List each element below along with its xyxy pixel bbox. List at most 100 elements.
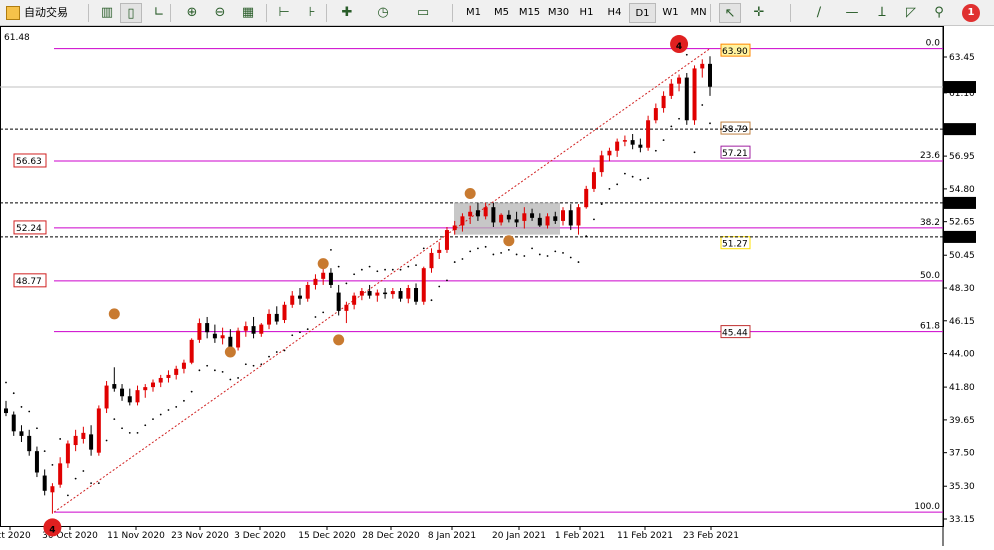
price-tick-label: 44.00 bbox=[949, 350, 975, 360]
candle-body bbox=[406, 288, 411, 299]
timeframe-m15[interactable]: M15 bbox=[516, 3, 543, 23]
price-tick-label: 52.65 bbox=[949, 218, 975, 228]
sar-dot bbox=[159, 413, 162, 416]
chart-shift-icon[interactable]: ⊢ bbox=[273, 3, 295, 23]
zoom-in-icon[interactable]: ⊕ bbox=[181, 3, 203, 23]
candle-body bbox=[259, 324, 264, 334]
candle-body bbox=[421, 268, 426, 302]
timeframe-m5[interactable]: M5 bbox=[488, 3, 515, 23]
price-chart[interactable]: 61.4863.4561.1058.7556.9554.8052.6550.45… bbox=[0, 26, 994, 546]
price-tick-label: 50.45 bbox=[949, 251, 975, 261]
sar-dot bbox=[507, 248, 510, 251]
cursor-icon[interactable]: ↖ bbox=[719, 3, 741, 23]
timeframe-m30[interactable]: M30 bbox=[545, 3, 572, 23]
fib-level-label: 100.0 bbox=[914, 502, 940, 512]
horizontal-line-price: 53.88 bbox=[946, 199, 972, 209]
candle-body bbox=[267, 313, 272, 325]
candle-body bbox=[42, 475, 47, 491]
timeframe-h4[interactable]: H4 bbox=[601, 3, 628, 23]
timeframe-d1[interactable]: D1 bbox=[629, 3, 656, 23]
sar-dot bbox=[74, 477, 77, 480]
candle-body bbox=[65, 443, 70, 464]
candle-body bbox=[228, 336, 233, 348]
periods-clock-icon[interactable]: ◷ bbox=[372, 3, 394, 23]
candle-body bbox=[166, 374, 171, 378]
sar-dot bbox=[28, 410, 31, 413]
sar-dot bbox=[90, 482, 92, 485]
candle-body bbox=[375, 292, 380, 296]
candle-body bbox=[638, 144, 643, 148]
candle-body bbox=[537, 217, 542, 226]
autotrading-button[interactable]: 自动交易 bbox=[2, 3, 78, 23]
sar-dot bbox=[585, 235, 588, 238]
candle-body bbox=[591, 172, 596, 189]
alerts-badge[interactable]: 1 bbox=[962, 4, 980, 22]
sar-dot bbox=[438, 285, 441, 288]
candle-body bbox=[584, 188, 589, 208]
wave-marker bbox=[224, 346, 236, 358]
sar-dot bbox=[322, 311, 325, 314]
sar-dot bbox=[237, 377, 239, 379]
crosshair-icon[interactable]: ✛ bbox=[748, 3, 770, 23]
bar-chart-icon[interactable]: ▥ bbox=[96, 3, 118, 23]
time-tick-label: 23 Feb 2021 bbox=[683, 531, 739, 541]
time-tick-label: 11 Nov 2020 bbox=[107, 531, 165, 541]
sar-dot bbox=[446, 279, 448, 282]
chart-canvas[interactable]: 61.4863.4561.1058.7556.9554.8052.6550.45… bbox=[0, 26, 994, 546]
candle-body bbox=[127, 396, 132, 403]
candle-body bbox=[181, 362, 186, 369]
hline-icon[interactable]: — bbox=[841, 3, 863, 23]
fib-level-label: 0.0 bbox=[926, 39, 941, 49]
sar-dot bbox=[577, 261, 580, 263]
candle-body bbox=[205, 323, 210, 333]
timeframe-h1[interactable]: H1 bbox=[573, 3, 600, 23]
templates-icon[interactable]: ▭ bbox=[412, 3, 434, 23]
candle-body bbox=[568, 210, 573, 226]
indicators-icon[interactable]: ✚ bbox=[336, 3, 358, 23]
arrow-tool-icon[interactable]: ◸ bbox=[900, 3, 922, 23]
tile-windows-icon[interactable]: ▦ bbox=[237, 3, 259, 23]
candlestick-chart-icon[interactable]: ▯ bbox=[120, 3, 142, 23]
candle-body bbox=[305, 284, 310, 299]
sar-dot bbox=[353, 273, 356, 276]
sar-dot bbox=[562, 252, 564, 254]
sar-dot bbox=[51, 463, 54, 466]
toolbar-separator bbox=[88, 4, 89, 22]
candle-body bbox=[491, 207, 496, 223]
sar-dot bbox=[260, 363, 263, 366]
text-tool-icon[interactable]: Ʇ bbox=[871, 3, 893, 23]
candle-body bbox=[545, 216, 550, 226]
toolbar-separator bbox=[170, 4, 171, 22]
candle-body bbox=[367, 291, 372, 296]
sar-dot bbox=[252, 364, 255, 367]
line-chart-icon[interactable]: ∟ bbox=[148, 3, 170, 23]
candle-body bbox=[383, 292, 388, 295]
trendline-icon[interactable]: ∕ bbox=[808, 3, 830, 23]
sar-dot bbox=[500, 252, 503, 254]
wave-marker bbox=[333, 334, 345, 346]
candle-body bbox=[622, 140, 627, 142]
sar-dot bbox=[144, 424, 147, 427]
candle-body bbox=[437, 249, 442, 253]
time-tick-label: 1 Feb 2021 bbox=[555, 531, 605, 541]
sar-dot bbox=[221, 370, 224, 373]
sar-dot bbox=[538, 253, 541, 256]
candle-body bbox=[197, 323, 202, 340]
candle-body bbox=[150, 382, 155, 388]
main-toolbar: 自动交易 ▥ ▯ ∟ ⊕ ⊖ ▦ ⊢ ⊦ ✚ ◷ ▭ ↖ ✛ ∕ — Ʇ ◸ ⚲ M1 M5 M15 M30 H1 H4 D1 W1… bbox=[0, 0, 994, 26]
zoom-out-icon[interactable]: ⊖ bbox=[209, 3, 231, 23]
timeframe-mn[interactable]: MN bbox=[685, 3, 712, 23]
timeframe-w1[interactable]: W1 bbox=[657, 3, 684, 23]
sar-dot bbox=[616, 183, 619, 186]
candle-body bbox=[352, 295, 357, 305]
candle-body bbox=[50, 486, 55, 493]
autoscroll-icon[interactable]: ⊦ bbox=[301, 3, 323, 23]
sar-dot bbox=[167, 409, 170, 411]
search-icon[interactable]: ⚲ bbox=[928, 3, 950, 23]
candle-body bbox=[452, 225, 457, 231]
sar-dot bbox=[415, 264, 417, 267]
timeframe-m1[interactable]: M1 bbox=[460, 3, 487, 23]
candle-body bbox=[630, 140, 635, 145]
candle-body bbox=[212, 333, 217, 339]
time-tick-label: Oct 2020 bbox=[0, 531, 31, 541]
